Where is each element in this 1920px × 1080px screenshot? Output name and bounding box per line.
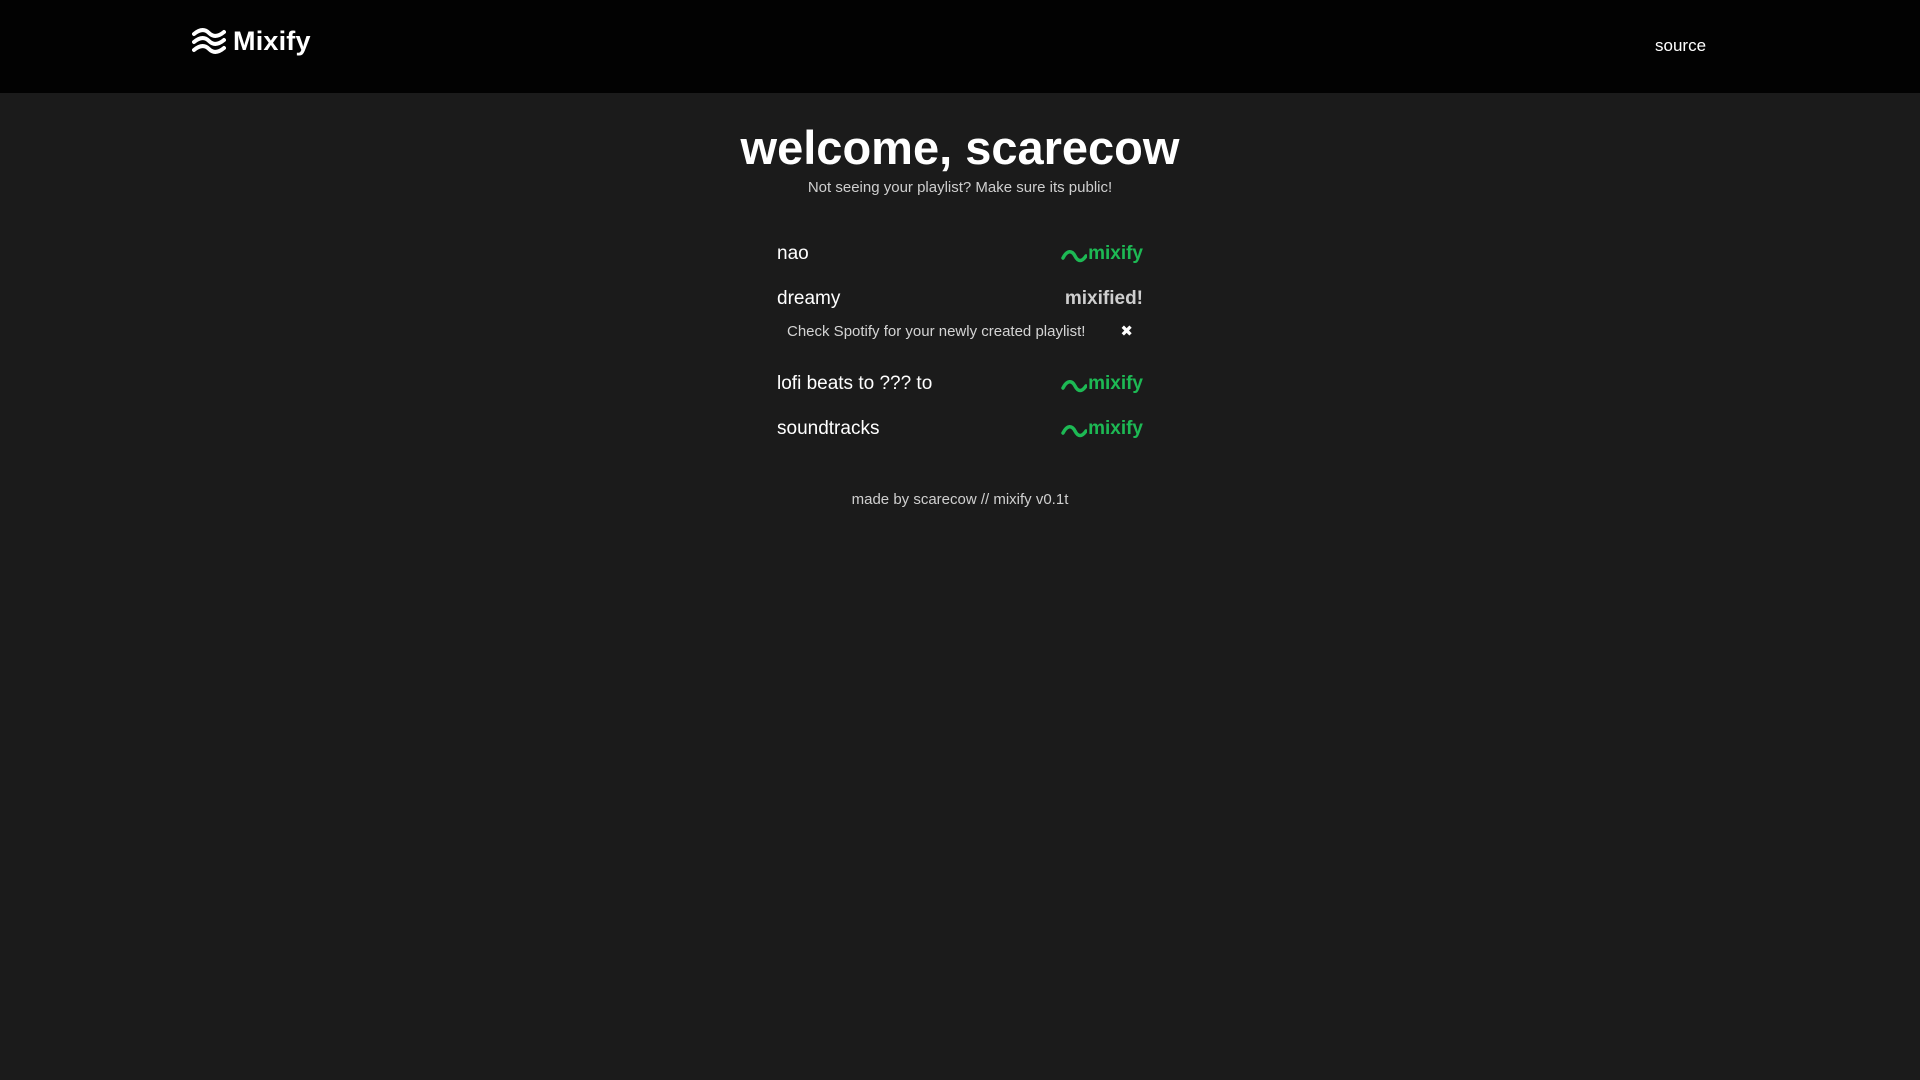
mixify-button-label: mixify: [1088, 418, 1143, 439]
waves-icon: [192, 27, 226, 54]
mixify-button[interactable]: mixify: [1061, 418, 1143, 440]
page-title: welcome, scarecow: [740, 121, 1180, 174]
playlist-row: dreamy mixified!: [777, 284, 1143, 314]
mixify-button-label: mixify: [1088, 373, 1143, 394]
mixify-button-label: mixify: [1088, 243, 1143, 264]
public-playlist-hint: Not seeing your playlist? Make sure its …: [807, 179, 1113, 196]
footer-text: made by scarecow // mixify v0.1t: [851, 491, 1069, 508]
brand-logo-link[interactable]: Mixify: [192, 26, 311, 57]
playlist-row: nao mixify: [777, 239, 1143, 269]
success-notice: Check Spotify for your newly created pla…: [787, 320, 1133, 342]
playlist-row: soundtracks mixify: [777, 414, 1143, 444]
mixify-button[interactable]: mixify: [1061, 243, 1143, 265]
mixified-status: mixified!: [1064, 288, 1143, 309]
playlist-row: lofi beats to ??? to mixify: [777, 369, 1143, 399]
playlist-name: soundtracks: [777, 418, 880, 439]
close-icon[interactable]: ✖: [1120, 323, 1133, 339]
source-link[interactable]: source: [1655, 36, 1706, 56]
playlist-name: lofi beats to ??? to: [777, 373, 933, 394]
top-nav-bar: Mixify source: [0, 0, 1920, 93]
brand-name: Mixify: [233, 26, 311, 56]
playlist-name: dreamy: [777, 288, 841, 309]
mixify-button[interactable]: mixify: [1061, 373, 1143, 395]
notice-text: Check Spotify for your newly created pla…: [787, 322, 1086, 340]
playlist-name: nao: [777, 243, 809, 264]
wave-icon: [1061, 380, 1088, 393]
wave-icon: [1061, 250, 1088, 263]
wave-icon: [1061, 425, 1088, 438]
